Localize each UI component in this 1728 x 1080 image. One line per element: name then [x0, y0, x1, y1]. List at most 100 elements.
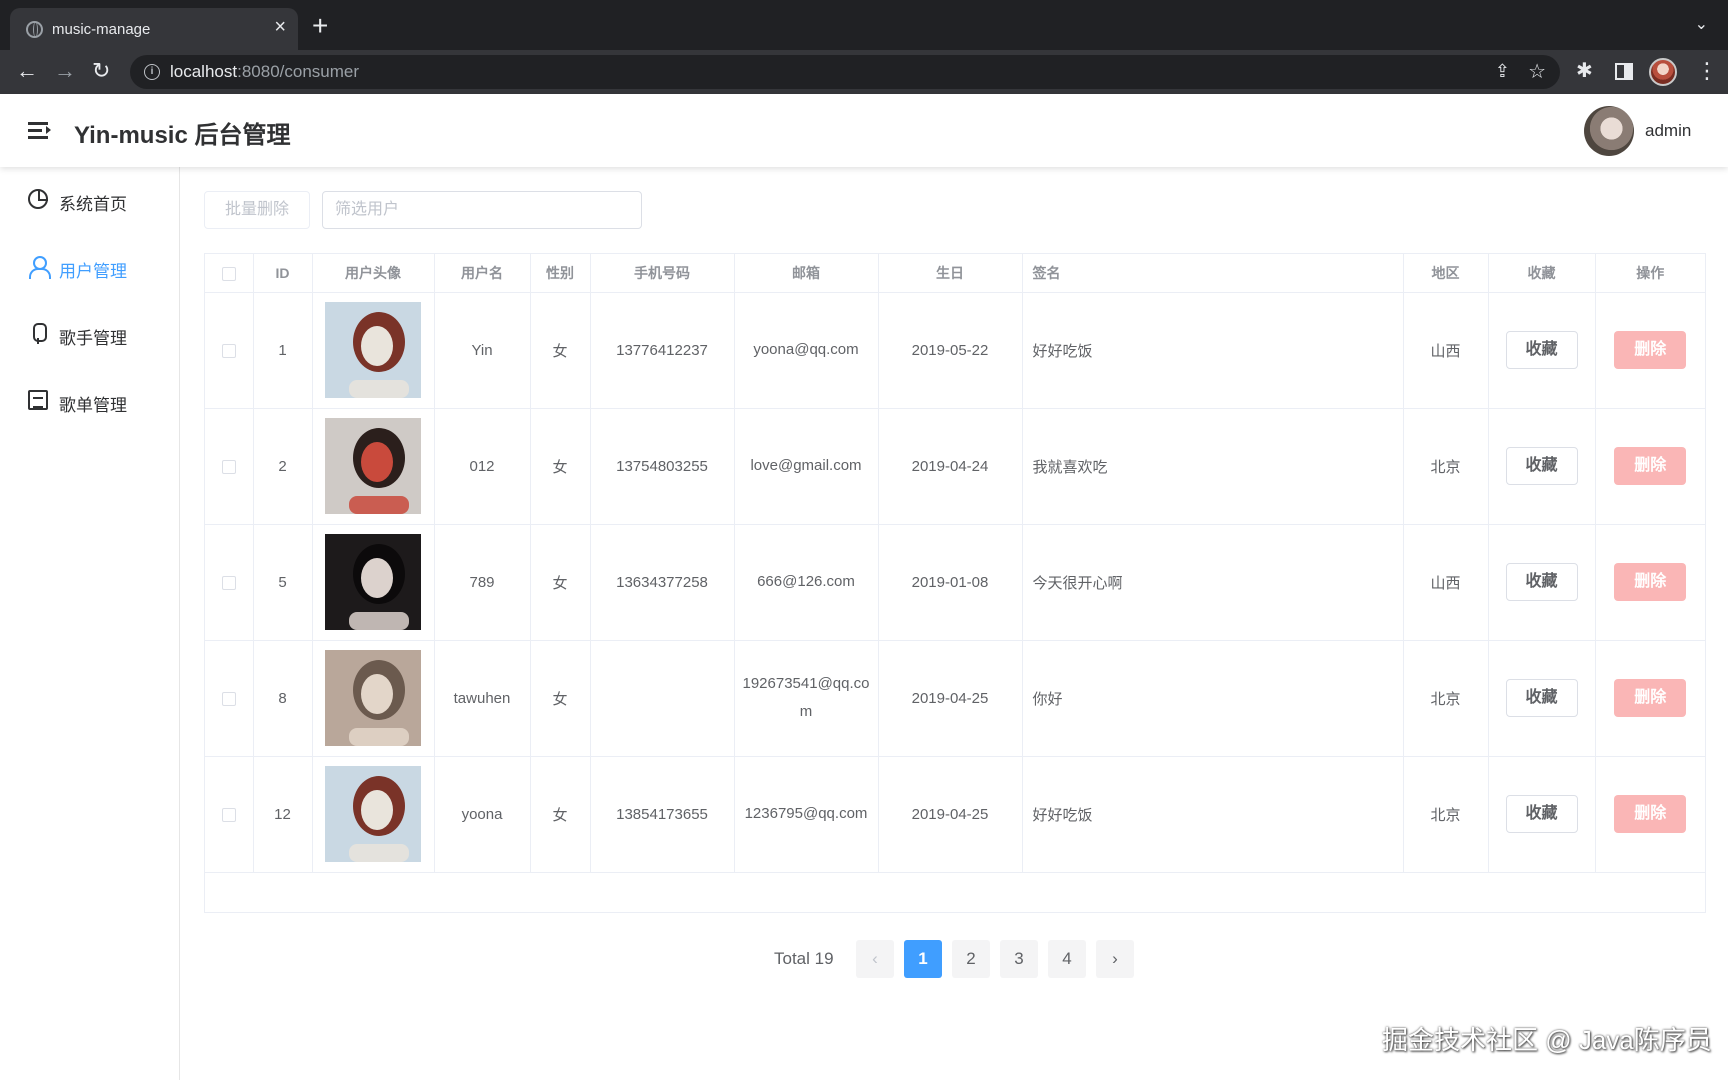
cell-signature: 我就喜欢吃	[1022, 408, 1404, 525]
user-photo	[325, 650, 421, 746]
sidebar-item-playlists[interactable]: 歌单管理	[0, 373, 179, 429]
cell-actions: 删除	[1595, 408, 1705, 525]
header-select-all[interactable]	[205, 254, 254, 293]
delete-button[interactable]: 删除	[1614, 679, 1687, 717]
cell-phone: 13854173655	[590, 756, 735, 873]
cell-email: 192673541@qq.com	[734, 640, 879, 757]
checkbox[interactable]	[221, 266, 236, 281]
share-icon[interactable]: ⇪	[1495, 61, 1510, 82]
row-select-cell[interactable]	[205, 756, 254, 873]
cell-actions: 删除	[1595, 640, 1705, 757]
cell-email: 1236795@qq.com	[734, 756, 879, 873]
row-select-cell[interactable]	[205, 524, 254, 641]
tab-list-icon[interactable]: ⌄	[1695, 14, 1708, 34]
column-header: 性别	[530, 254, 591, 293]
sidebar-item-home[interactable]: 系统首页	[0, 172, 179, 228]
delete-button[interactable]: 删除	[1614, 331, 1687, 369]
sidebar-item-singers[interactable]: 歌手管理	[0, 306, 179, 362]
cell-signature: 今天很开心啊	[1022, 524, 1404, 641]
table-row: 1 Yin 女 13776412237 yoona@qq.com 2019-05-22 好好…	[205, 292, 1705, 409]
prev-page-icon[interactable]: ‹	[856, 940, 894, 978]
column-header: 手机号码	[590, 254, 735, 293]
column-header: ID	[253, 254, 313, 293]
back-icon[interactable]: ←	[16, 58, 38, 84]
pie-chart-icon	[28, 189, 48, 209]
bookmark-star-icon[interactable]: ☆	[1528, 59, 1546, 84]
cell-birth: 2019-04-25	[878, 640, 1023, 757]
site-info-icon[interactable]: i	[144, 64, 160, 80]
cell-sex: 女	[530, 756, 591, 873]
browser-menu-icon[interactable]: ⋮	[1696, 56, 1718, 86]
table-header-row: ID 用户头像 用户名 性别 手机号码 邮箱 生日 签名 地区 收藏 操作	[205, 254, 1705, 293]
search-input[interactable]	[322, 191, 642, 229]
table-row: 8 tawuhen 女 192673541@qq.com 2019-04-25 你好 北京收…	[205, 640, 1705, 757]
user-avatar[interactable]	[1584, 106, 1634, 156]
sidebar-item-label: 系统首页	[59, 195, 127, 214]
favorite-button[interactable]: 收藏	[1505, 447, 1578, 485]
checkbox[interactable]	[221, 575, 236, 590]
cell-birth: 2019-01-08	[878, 524, 1023, 641]
column-header: 收藏	[1488, 254, 1596, 293]
checkbox[interactable]	[221, 343, 236, 358]
cell-id: 1	[253, 292, 313, 409]
url-text[interactable]: localhost:8080/consumer	[170, 62, 359, 82]
reload-icon[interactable]: ↻	[92, 58, 110, 84]
profile-avatar-icon[interactable]	[1649, 58, 1677, 86]
cell-phone: 13754803255	[590, 408, 735, 525]
favorite-button[interactable]: 收藏	[1505, 679, 1578, 717]
forward-icon[interactable]: →	[54, 58, 76, 84]
favorite-button[interactable]: 收藏	[1505, 563, 1578, 601]
cell-sex: 女	[530, 524, 591, 641]
page-button-3[interactable]: 3	[1000, 940, 1038, 978]
browser-toolbar: ← → ↻ i localhost:8080/consumer ⇪ ☆	[0, 50, 1728, 94]
sidebar-item-users[interactable]: 用户管理	[0, 239, 179, 295]
cell-avatar	[312, 408, 435, 525]
next-page-icon[interactable]: ›	[1096, 940, 1134, 978]
row-select-cell[interactable]	[205, 292, 254, 409]
delete-button[interactable]: 删除	[1614, 563, 1687, 601]
checkbox[interactable]	[221, 807, 236, 822]
cell-avatar	[312, 292, 435, 409]
delete-button[interactable]: 删除	[1614, 795, 1687, 833]
favorite-button[interactable]: 收藏	[1505, 795, 1578, 833]
new-tab-icon[interactable]: +	[312, 12, 328, 40]
batch-delete-button[interactable]: 批量删除	[204, 191, 310, 229]
cell-location: 山西	[1403, 524, 1489, 641]
extensions-icon[interactable]: ✱	[1576, 58, 1593, 83]
cell-phone: 13776412237	[590, 292, 735, 409]
address-bar[interactable]: i localhost:8080/consumer ⇪ ☆	[130, 55, 1560, 89]
cell-phone: 13634377258	[590, 524, 735, 641]
collapse-menu-icon[interactable]	[28, 122, 51, 139]
sidebar-item-label: 用户管理	[59, 262, 127, 281]
user-photo	[325, 302, 421, 398]
cell-avatar	[312, 756, 435, 873]
cell-birth: 2019-04-25	[878, 756, 1023, 873]
page-button-4[interactable]: 4	[1048, 940, 1086, 978]
app-title: Yin-music 后台管理	[74, 122, 291, 149]
page-button-1[interactable]: 1	[904, 940, 942, 978]
delete-button[interactable]: 删除	[1614, 447, 1687, 485]
favorite-button[interactable]: 收藏	[1505, 331, 1578, 369]
cell-sex: 女	[530, 292, 591, 409]
checkbox[interactable]	[221, 459, 236, 474]
user-name[interactable]: admin	[1645, 121, 1691, 141]
cell-signature: 好好吃饭	[1022, 292, 1404, 409]
side-panel-icon[interactable]	[1615, 63, 1633, 80]
tab-close-icon[interactable]: ×	[274, 17, 286, 37]
table-body: 1 Yin 女 13776412237 yoona@qq.com 2019-05-22 好好…	[205, 292, 1705, 873]
page-button-2[interactable]: 2	[952, 940, 990, 978]
app-header: Yin-music 后台管理 admin	[0, 94, 1728, 167]
row-select-cell[interactable]	[205, 408, 254, 525]
pagination-total: Total 19	[774, 949, 834, 968]
url-path: :8080/consumer	[237, 62, 360, 81]
user-photo	[325, 418, 421, 514]
column-header: 操作	[1595, 254, 1705, 293]
checkbox[interactable]	[221, 691, 236, 706]
watermark: 掘金技术社区 @ Java陈序员	[1382, 1025, 1712, 1055]
column-header: 用户名	[434, 254, 531, 293]
cell-sex: 女	[530, 640, 591, 757]
column-header: 生日	[878, 254, 1023, 293]
browser-tab[interactable]: music-manage ×	[10, 8, 298, 50]
sidebar-item-label: 歌单管理	[59, 396, 127, 415]
row-select-cell[interactable]	[205, 640, 254, 757]
